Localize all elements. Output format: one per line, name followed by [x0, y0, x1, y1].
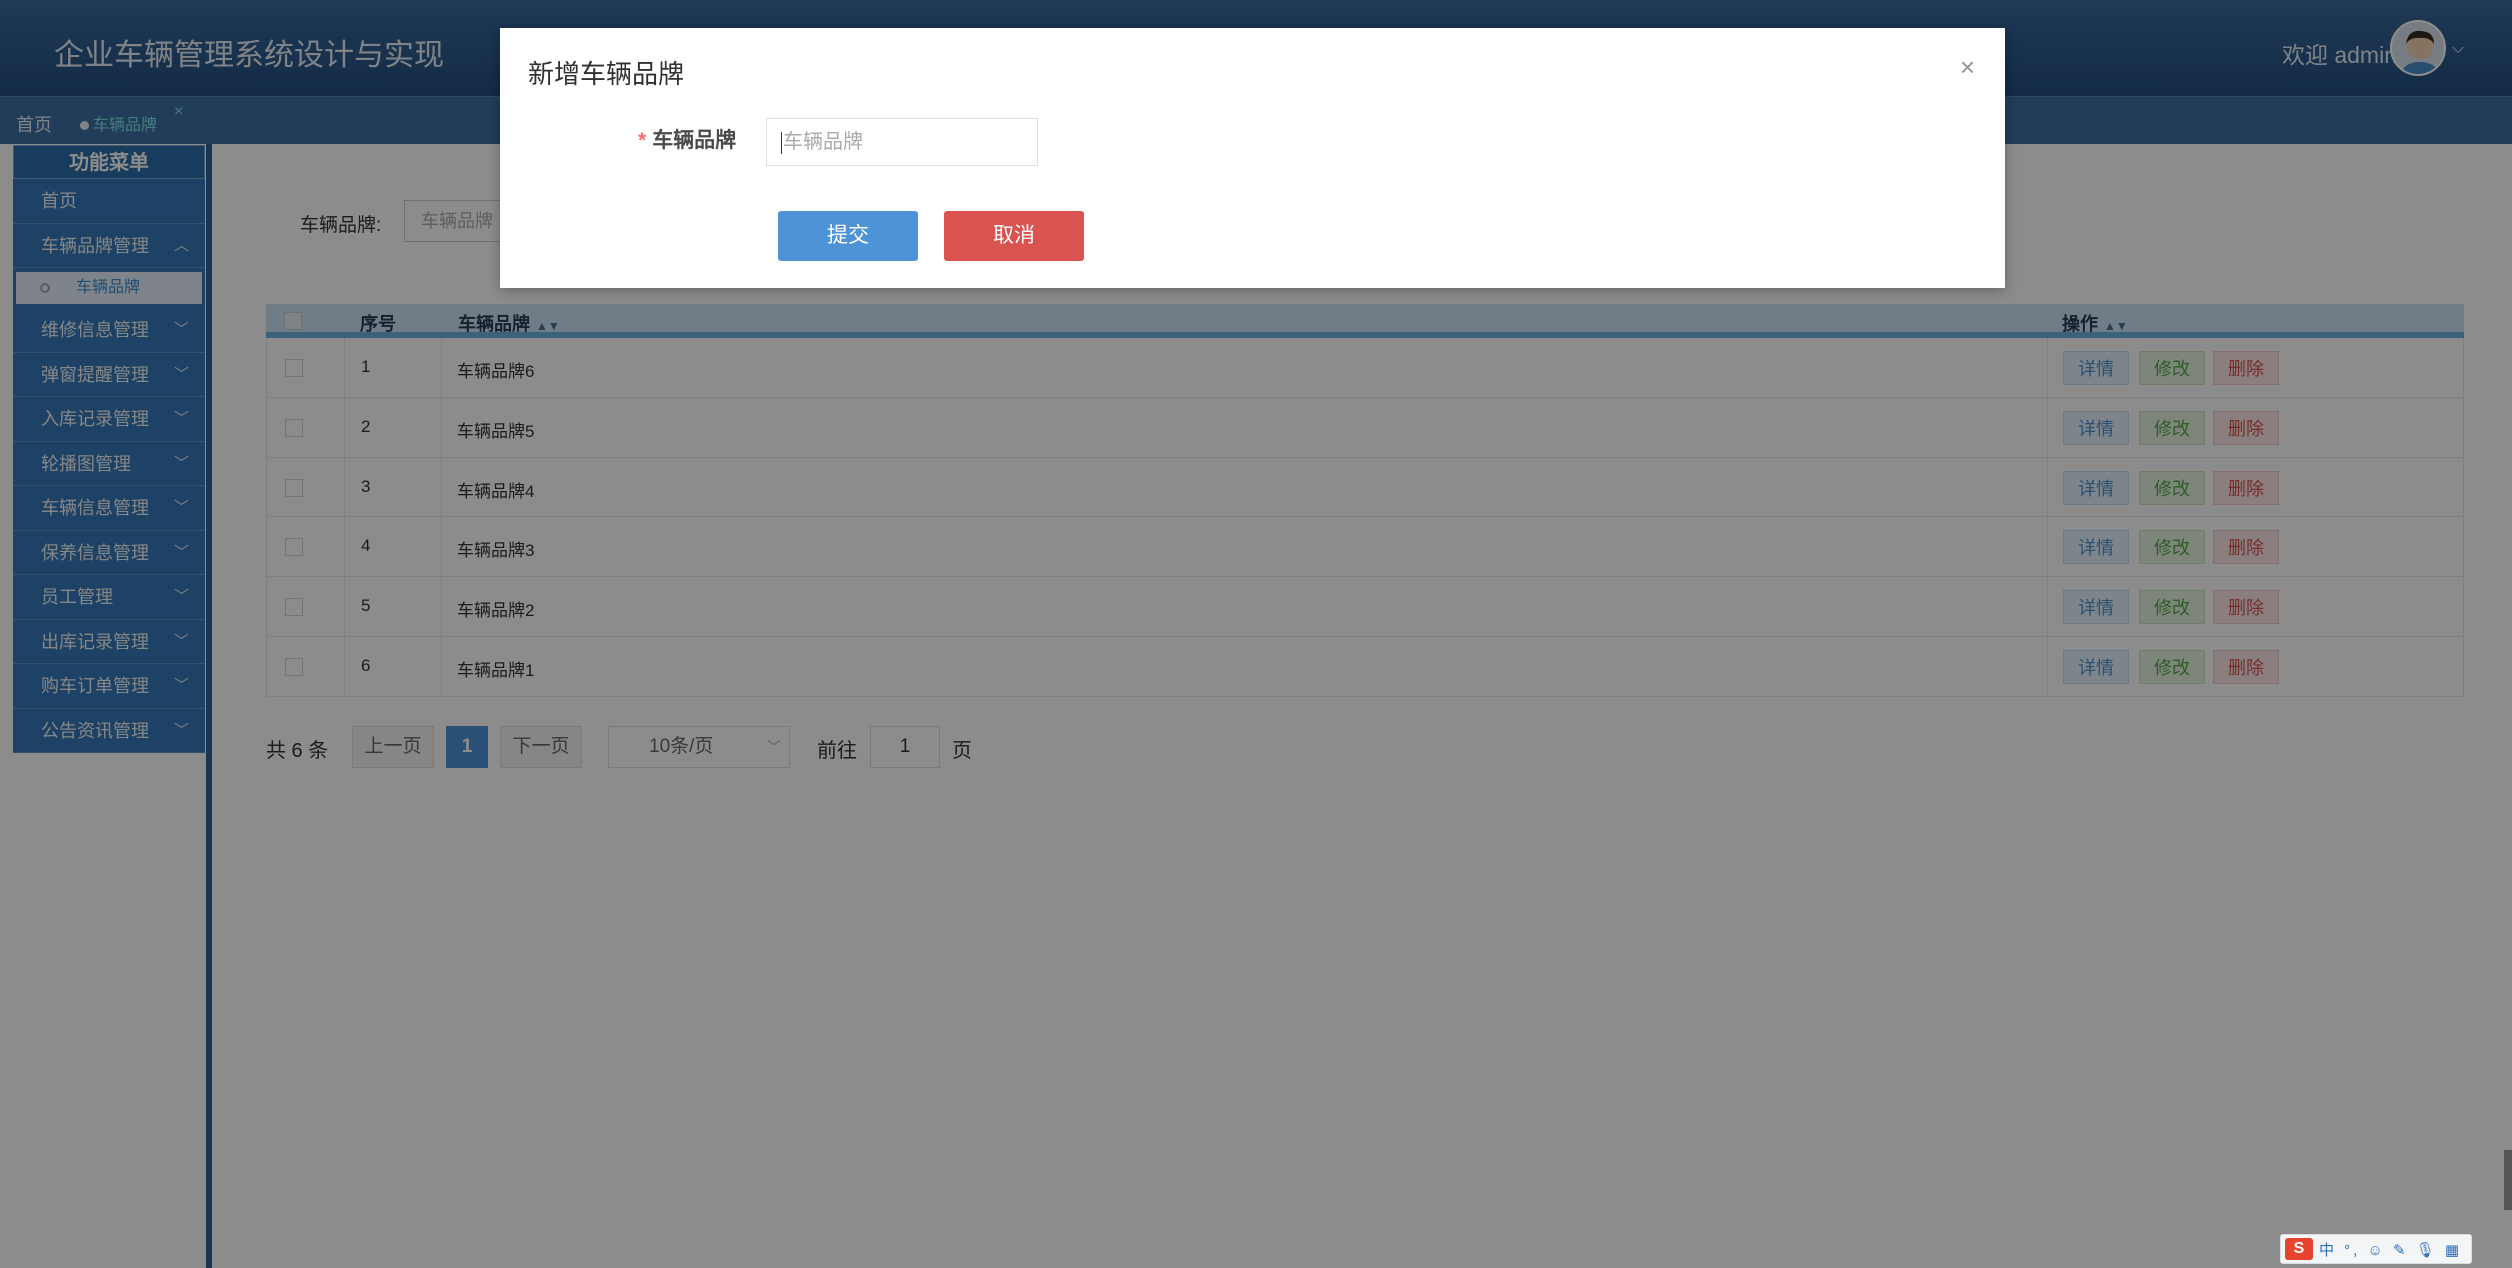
brand-input-placeholder: 车辆品牌: [783, 131, 863, 153]
ime-tool-icons[interactable]: 中 °, ☺ ✎ 🎙 ▦: [2319, 1239, 2462, 1260]
window-edge-handle: [2504, 1150, 2512, 1210]
submit-button[interactable]: 提交: [778, 211, 918, 261]
close-icon[interactable]: ×: [1960, 54, 1975, 80]
dialog-title: 新增车辆品牌: [528, 59, 685, 89]
ime-toolbar[interactable]: S 中 °, ☺ ✎ 🎙 ▦: [2280, 1234, 2472, 1264]
brand-field-label: * 车辆品牌: [638, 124, 736, 154]
cancel-button[interactable]: 取消: [944, 211, 1084, 261]
ime-logo-icon[interactable]: S: [2285, 1238, 2313, 1260]
required-mark: *: [638, 129, 647, 152]
text-caret: [781, 131, 782, 154]
add-brand-dialog: 新增车辆品牌 × * 车辆品牌 车辆品牌 提交 取消: [500, 28, 2005, 288]
brand-field-label-text: 车辆品牌: [652, 129, 737, 152]
brand-input[interactable]: 车辆品牌: [766, 118, 1038, 166]
